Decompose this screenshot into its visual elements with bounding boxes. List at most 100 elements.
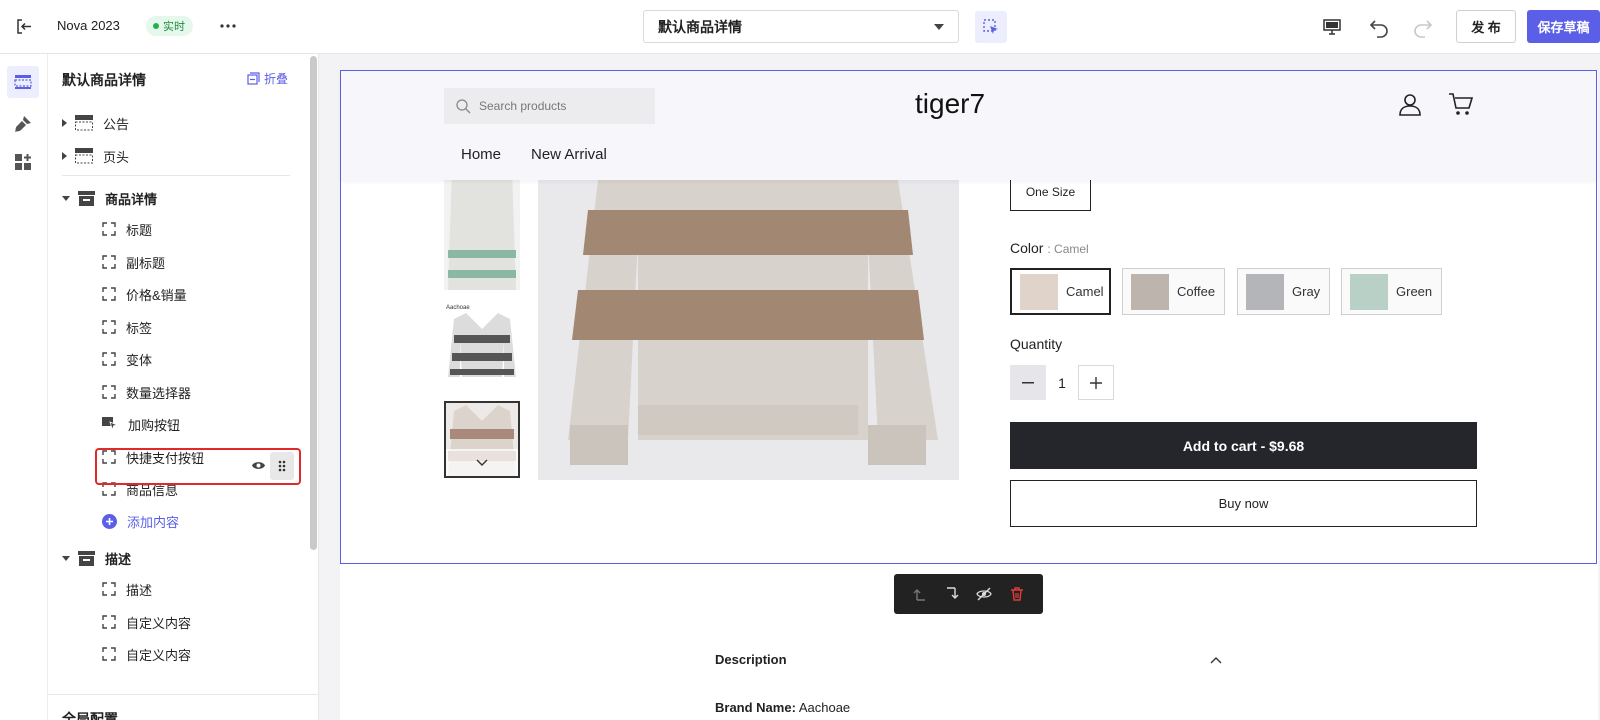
quantity-decrement-button[interactable] [1010,365,1046,400]
page-select[interactable]: 默认商品详情 [643,10,959,43]
sidebar-subitem[interactable]: 副标题 [102,251,165,273]
sidebar-item-product-detail[interactable]: 商品详情 [62,185,302,211]
swatch-label: Green [1396,284,1433,299]
search-placeholder: Search products [479,99,567,113]
collapse-label: 折叠 [264,72,289,86]
publish-button[interactable]: 发 布 [1456,10,1516,43]
sidebar-item-label: 页头 [103,149,130,165]
sidebar-subitem[interactable]: 标题 [102,218,152,240]
caret-down-icon [62,555,70,561]
sidebar-subitem-label: 标题 [126,222,153,238]
more-icon[interactable] [220,18,236,34]
sidebar: 默认商品详情 折叠 公告 页头 商品详情 标题副标题价格&销量标签变体数量选择器… [48,54,319,720]
save-draft-button[interactable]: 保存草稿 [1527,10,1600,43]
thumbnail-scroll-down[interactable] [446,449,518,476]
delete-trash-icon[interactable] [1010,587,1024,601]
left-rail [0,54,48,720]
add-content-button[interactable]: 添加内容 [102,510,179,532]
sidebar-item-header[interactable]: 页头 [62,143,302,169]
block-bracket-icon [102,615,116,629]
sidebar-subitem-label: 标签 [126,320,153,336]
nav-home[interactable]: Home [461,146,501,163]
thumbnail-green[interactable] [444,170,520,290]
color-label-text: Color [1010,240,1044,256]
sections-icon[interactable] [7,66,39,98]
nav-new-arrival[interactable]: New Arrival [531,146,607,163]
swatch-label: Coffee [1177,284,1216,299]
swatch-thumbnail [1246,273,1284,310]
main-product-image[interactable] [538,180,959,480]
section-folder-icon [78,550,95,566]
description-title[interactable]: Description [715,652,787,667]
theme-brush-icon[interactable] [13,114,33,134]
color-swatch-coffee[interactable]: Coffee [1122,268,1225,315]
sidebar-item-description[interactable]: 描述 [62,545,302,571]
move-up-icon[interactable] [913,587,927,601]
buy-now-button[interactable]: Buy now [1010,480,1477,527]
live-badge-label: 实时 [163,21,185,33]
desktop-icon[interactable] [1322,17,1342,37]
sidebar-subitem[interactable]: 自定义内容 [102,611,191,633]
section-icon [75,148,93,164]
swatch-thumbnail [1020,273,1058,310]
sidebar-subitem[interactable]: 变体 [102,348,152,370]
sidebar-item-label: 描述 [105,551,132,567]
thumbnail-caption: Aachoae [446,305,470,311]
color-swatch-green[interactable]: Green [1341,268,1442,315]
minus-icon [1022,381,1034,384]
top-bar: Nova 2023 实时 默认商品详情 发 布 保存草稿 [0,0,1600,54]
global-config-link[interactable]: 全局配置 [62,709,118,720]
thumbnail-gray[interactable]: Aachoae [444,302,520,382]
sidebar-scrollbar[interactable] [310,56,317,550]
sidebar-item-announcement[interactable]: 公告 [62,110,302,136]
swatch-label: Gray [1292,284,1321,299]
sidebar-subitem-label: 价格&销量 [126,287,187,303]
sidebar-subitem-label: 副标题 [126,255,166,271]
quantity-label: Quantity [1010,336,1063,352]
live-badge: 实时 [146,16,193,36]
quantity-input[interactable]: 1 [1056,375,1068,391]
cart-icon[interactable] [1448,92,1474,116]
undo-icon[interactable] [1368,16,1390,38]
add-to-cart-block-icon [102,417,118,431]
sidebar-subitem-label: 自定义内容 [126,615,192,631]
hide-eye-icon[interactable] [976,587,993,601]
sidebar-subitem[interactable]: 标签 [102,316,152,338]
collapse-button[interactable]: 折叠 [247,70,288,87]
sidebar-subitem[interactable]: 加购按钮 [102,413,180,435]
sidebar-subitem[interactable]: 数量选择器 [102,381,191,403]
color-swatch-gray[interactable]: Gray [1237,268,1330,315]
color-swatch-camel[interactable]: Camel [1010,268,1111,315]
sidebar-subitem-label: 描述 [126,582,153,598]
swatch-thumbnail [1131,273,1169,310]
section-folder-icon [78,190,95,206]
sidebar-title: 默认商品详情 [62,72,146,88]
block-bracket-icon [102,255,116,269]
quantity-increment-button[interactable] [1078,365,1114,400]
color-selected-value: : Camel [1047,242,1089,256]
brand-name-row: Brand Name: Aachoae [715,700,850,715]
store-search-input[interactable]: Search products [444,88,655,124]
sidebar-item-label: 商品详情 [105,191,158,207]
apps-icon[interactable] [13,152,33,172]
sidebar-subitem[interactable]: 价格&销量 [102,283,187,305]
floating-toolbar [894,574,1043,614]
account-icon[interactable] [1398,92,1422,116]
swatch-label: Camel [1066,284,1104,299]
block-bracket-icon [102,582,116,596]
add-to-cart-button[interactable]: Add to cart - $9.68 [1010,422,1477,469]
sidebar-subitem[interactable]: 描述 [102,578,152,600]
store-name: Nova 2023 [57,18,120,33]
selected-item-highlight [95,448,301,485]
store-brand[interactable]: tiger7 [915,88,985,120]
thumbnail-camel-selected[interactable] [444,401,520,478]
move-down-icon[interactable] [945,587,959,601]
sidebar-subitem-label: 自定义内容 [126,647,192,663]
select-element-icon[interactable] [975,11,1007,43]
sidebar-subitem[interactable]: 自定义内容 [102,643,191,665]
preview-page: Search products tiger7 Home New Arrival … [340,70,1598,720]
exit-icon[interactable] [16,18,33,35]
search-icon [456,98,471,114]
redo-icon[interactable] [1412,16,1434,38]
chevron-up-icon[interactable] [1210,657,1222,664]
